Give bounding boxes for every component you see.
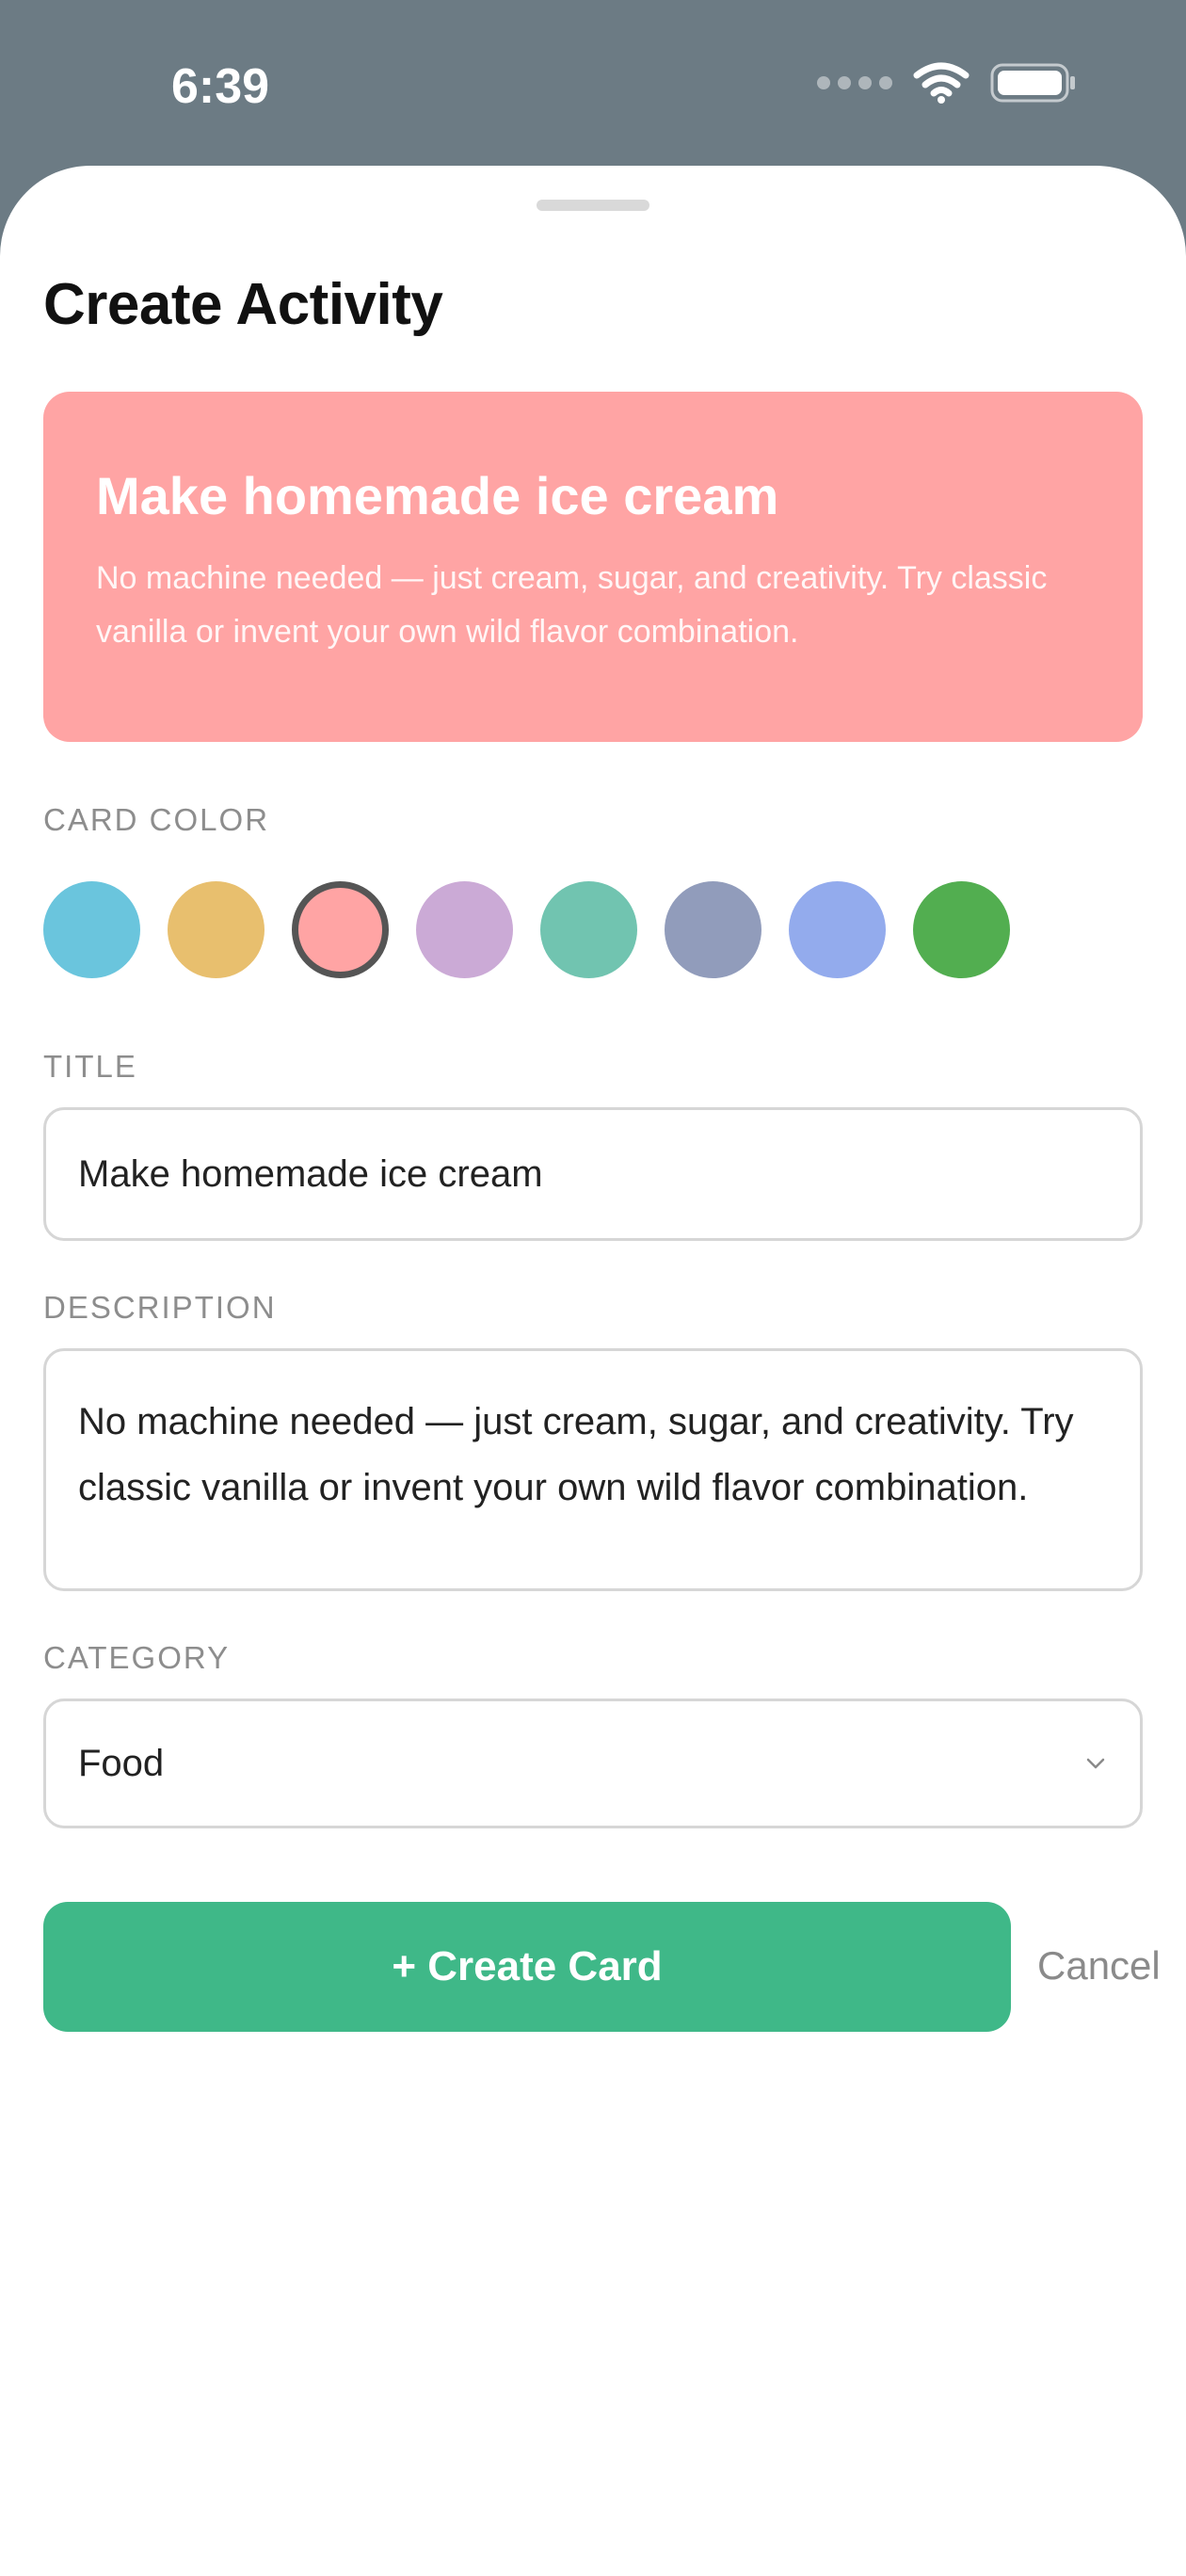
card-color-label: CARD COLOR: [43, 802, 270, 837]
color-swatch[interactable]: [416, 881, 513, 978]
chevron-down-icon: [1083, 1754, 1108, 1773]
preview-title: Make homemade ice cream: [96, 466, 779, 525]
color-swatch[interactable]: [43, 881, 140, 978]
description-input[interactable]: No machine needed — just cream, sugar, a…: [43, 1348, 1143, 1591]
status-bar: 6:39: [0, 0, 1186, 169]
status-time: 6:39: [171, 59, 270, 114]
color-swatches: [43, 881, 1010, 978]
color-swatch[interactable]: [913, 881, 1010, 978]
description-label: DESCRIPTION: [43, 1290, 277, 1325]
category-value: Food: [78, 1742, 165, 1784]
preview-card: Make homemade ice cream No machine neede…: [43, 392, 1143, 742]
battery-icon: [990, 63, 1075, 103]
color-swatch[interactable]: [665, 881, 761, 978]
cancel-button[interactable]: Cancel: [1037, 1943, 1161, 1988]
cellular-signal-icon: [817, 76, 892, 89]
category-select[interactable]: Food: [43, 1699, 1143, 1828]
sheet-grabber[interactable]: [537, 200, 649, 211]
preview-description: No machine needed — just cream, sugar, a…: [96, 559, 1048, 651]
title-input[interactable]: Make homemade ice cream: [43, 1107, 1143, 1241]
category-label: CATEGORY: [43, 1640, 231, 1675]
color-swatch[interactable]: [168, 881, 264, 978]
color-swatch[interactable]: [292, 881, 389, 978]
wifi-icon: [913, 62, 970, 104]
color-swatch[interactable]: [789, 881, 886, 978]
status-icons: [817, 62, 1077, 104]
color-swatch[interactable]: [540, 881, 637, 978]
sheet-title: Create Activity: [43, 272, 443, 337]
create-card-button[interactable]: + Create Card: [43, 1902, 1011, 2032]
title-label: TITLE: [43, 1049, 137, 1084]
